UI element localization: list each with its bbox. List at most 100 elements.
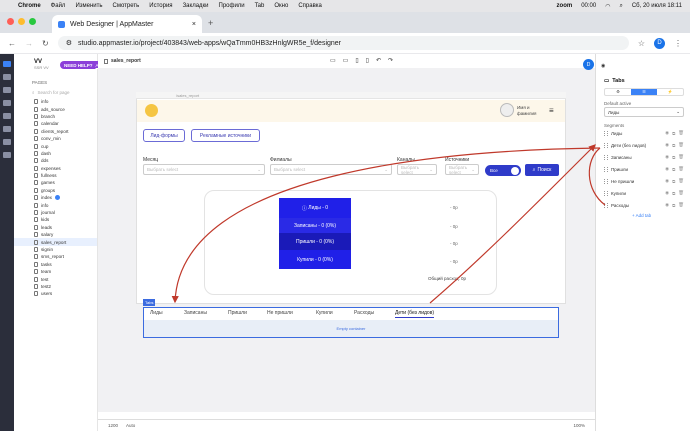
segment-row[interactable]: Пришли ◉ ⧉ 🗑 <box>604 164 684 174</box>
delete-icon[interactable]: 🗑 <box>678 178 684 184</box>
zoom-status[interactable]: zoom <box>557 3 573 9</box>
page-item[interactable]: cup <box>14 142 97 149</box>
site-info-icon[interactable]: ⚙ <box>66 39 72 47</box>
menu-item[interactable]: Окно <box>274 3 288 9</box>
page-item[interactable]: ads_source <box>14 105 97 112</box>
ad-sources-button[interactable]: Рекламные источники <box>191 129 260 142</box>
page-item[interactable]: clients_report <box>14 128 97 135</box>
visibility-icon[interactable]: ◉ <box>665 142 669 148</box>
filter-select-branches[interactable]: Выбрать select ⌄ <box>270 164 392 175</box>
drag-handle-icon[interactable] <box>604 154 608 160</box>
menu-item[interactable]: Изменить <box>75 3 102 9</box>
minimize-window-icon[interactable] <box>18 18 25 25</box>
filter-select-month[interactable]: Выбрать select ⌄ <box>143 164 265 175</box>
lead-forms-button[interactable]: Лид-формы <box>143 129 185 142</box>
wifi-icon[interactable]: ◠ <box>605 3 610 10</box>
drag-handle-icon[interactable] <box>604 130 608 136</box>
page-item[interactable]: conv_min <box>14 135 97 142</box>
copy-icon[interactable]: ⧉ <box>672 191 675 196</box>
page-item[interactable]: test2 <box>14 283 97 290</box>
copy-icon[interactable]: ⧉ <box>672 143 675 148</box>
url-bar[interactable]: ⚙ studio.appmaster.io/project/403843/web… <box>57 36 629 50</box>
page-item[interactable]: expenses <box>14 165 97 172</box>
segment-row[interactable]: Купили ◉ ⧉ 🗑 <box>604 188 684 198</box>
visibility-icon[interactable]: ◉ <box>665 166 669 172</box>
tab-bought[interactable]: Купили <box>316 310 333 316</box>
page-item[interactable]: tasks <box>14 261 97 268</box>
user-avatar[interactable]: D <box>583 59 594 70</box>
drag-handle-icon[interactable] <box>604 202 608 208</box>
app-name[interactable]: Chrome <box>18 3 41 9</box>
copy-icon[interactable]: ⧉ <box>672 203 675 208</box>
panel-mode-tabs[interactable]: ⚙ ☰ ⚡ <box>604 88 684 96</box>
page-item[interactable]: sales_report <box>14 238 97 246</box>
menu-item[interactable]: Профили <box>219 3 245 9</box>
all-toggle[interactable]: Все <box>485 165 521 176</box>
new-tab-icon[interactable]: + <box>208 18 213 28</box>
page-item[interactable]: fullness <box>14 172 97 179</box>
segment-row[interactable]: Не пришли ◉ ⧉ 🗑 <box>604 176 684 186</box>
page-item[interactable]: games <box>14 179 97 186</box>
undo-icon[interactable]: ↶ <box>376 57 381 64</box>
components-icon[interactable] <box>3 74 11 80</box>
settings-tab-icon[interactable]: ⚙ <box>605 89 631 95</box>
browser-tab[interactable]: Web Designer | AppMaster × <box>52 15 202 33</box>
page-item[interactable]: kids <box>14 216 97 223</box>
profile-avatar[interactable]: D <box>654 37 665 49</box>
menu-icon[interactable]: ⋮ <box>674 39 682 48</box>
copy-icon[interactable]: ⧉ <box>672 155 675 160</box>
close-tab-icon[interactable]: × <box>192 21 196 28</box>
delete-icon[interactable]: 🗑 <box>678 202 684 208</box>
drag-handle-icon[interactable] <box>604 142 608 148</box>
tab-not-came[interactable]: Не пришли <box>267 310 293 316</box>
page-item[interactable]: dash <box>14 150 97 157</box>
add-tab-button[interactable]: + Add tab <box>632 213 651 218</box>
tab-came[interactable]: Пришли <box>228 310 247 316</box>
empty-container[interactable]: Empty container <box>144 320 558 337</box>
page-item[interactable]: branch <box>14 113 97 120</box>
segment-row[interactable]: Лиды ◉ ⧉ 🗑 <box>604 128 684 138</box>
width-readout[interactable]: 1200 <box>108 423 118 428</box>
page-item[interactable]: salary <box>14 231 97 238</box>
page-search[interactable]: ⌕ Search for page <box>32 88 95 96</box>
events-tab-icon[interactable]: ⚡ <box>657 89 683 95</box>
style-tab-icon[interactable]: ☰ <box>631 89 657 95</box>
page-item[interactable]: leads <box>14 224 97 231</box>
tab-expenses[interactable]: Расходы <box>354 310 374 316</box>
maximize-window-icon[interactable] <box>29 18 36 25</box>
page-item[interactable]: test <box>14 275 97 282</box>
desktop-view-icon[interactable]: ▭ <box>330 57 336 64</box>
layers-icon[interactable] <box>3 87 11 93</box>
page-item[interactable]: dds <box>14 157 97 164</box>
page-item[interactable]: index <box>14 194 97 201</box>
user-avatar[interactable] <box>500 103 514 117</box>
pages-icon[interactable] <box>3 61 11 67</box>
filter-select-channels[interactable]: Выбрать select ⌄ <box>397 164 437 175</box>
delete-icon[interactable]: 🗑 <box>678 142 684 148</box>
segment-row[interactable]: Записаны ◉ ⧉ 🗑 <box>604 152 684 162</box>
laptop-view-icon[interactable]: ▭ <box>343 57 349 64</box>
tablet-view-icon[interactable]: ▯ <box>355 57 358 64</box>
current-page-tab[interactable]: sales_report <box>111 58 141 64</box>
back-icon[interactable]: ← <box>8 39 16 48</box>
filter-select-sources[interactable]: Выбрать select ⌄ <box>445 164 479 175</box>
tab-booked[interactable]: Записаны <box>184 310 207 316</box>
page-item[interactable]: journal <box>14 209 97 216</box>
date-time[interactable]: Сб, 20 июля 18:11 <box>632 3 682 9</box>
copy-icon[interactable]: ⧉ <box>672 131 675 136</box>
tab-leads[interactable]: Лиды <box>150 310 163 316</box>
page-item[interactable]: team <box>14 268 97 275</box>
visibility-icon[interactable]: ◉ <box>665 154 669 160</box>
menu-item[interactable]: Справка <box>298 3 322 9</box>
data-icon[interactable] <box>3 100 11 106</box>
reload-icon[interactable]: ↻ <box>42 39 49 48</box>
menu-item[interactable]: Смотреть <box>113 3 140 9</box>
page-item[interactable]: info <box>14 98 97 105</box>
functions-icon[interactable] <box>3 113 11 119</box>
page-item[interactable]: signin <box>14 246 97 253</box>
menu-item[interactable]: Закладки <box>183 3 209 9</box>
settings-icon[interactable] <box>3 152 11 158</box>
extensions-icon[interactable]: ☆ <box>638 39 645 48</box>
database-icon[interactable] <box>3 126 11 132</box>
delete-icon[interactable]: 🗑 <box>678 190 684 196</box>
